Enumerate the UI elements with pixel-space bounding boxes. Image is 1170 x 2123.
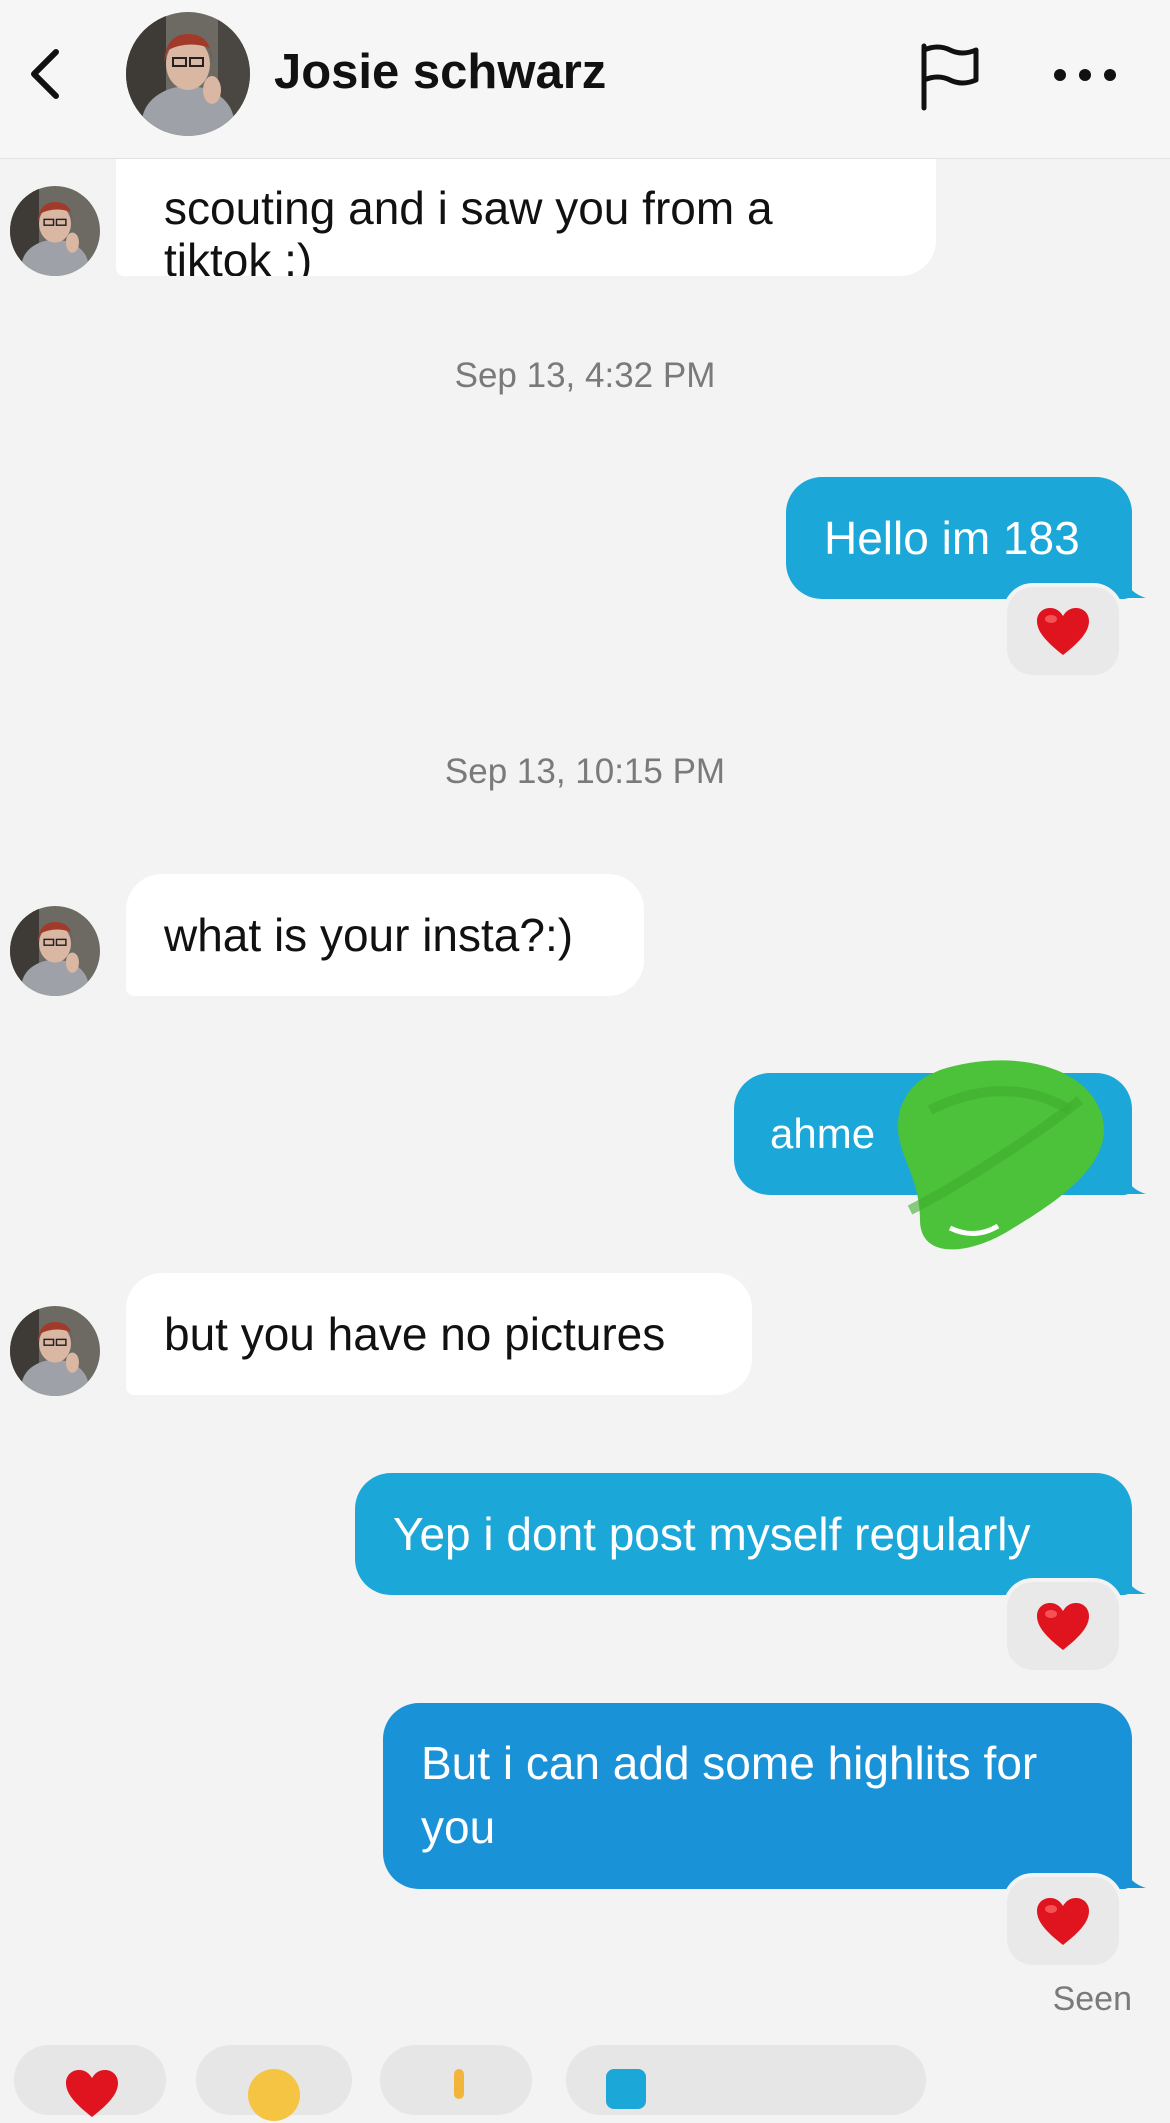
message-text: but you have no pictures — [164, 1308, 666, 1360]
sender-avatar[interactable] — [10, 186, 100, 276]
report-button[interactable] — [914, 40, 986, 112]
quick-reactions-bar — [0, 2045, 1170, 2121]
contact-name[interactable]: Josie schwarz — [274, 44, 606, 100]
message-outgoing[interactable]: Hello im 183 — [786, 477, 1132, 599]
message-text: Hello im 183 — [824, 512, 1080, 564]
reaction-badge[interactable] — [1003, 1873, 1123, 1969]
sender-avatar[interactable] — [10, 906, 100, 996]
sender-avatar[interactable] — [10, 1306, 100, 1396]
message-text: Yep i dont post myself regularly — [393, 1508, 1031, 1560]
laughing-face-icon — [248, 2069, 300, 2121]
timestamp: Sep 13, 4:32 PM — [454, 356, 716, 395]
message-text-line: But i can add some highlits for — [421, 1737, 1038, 1789]
reaction-badge[interactable] — [1003, 583, 1123, 679]
quick-reaction-more[interactable] — [566, 2045, 926, 2115]
sticker-icon — [606, 2069, 646, 2109]
bubble-tail — [1124, 1870, 1146, 1888]
more-horizontal-icon — [1054, 69, 1116, 81]
chevron-left-icon — [31, 49, 59, 99]
message-text: tiktok :) — [164, 234, 313, 276]
message-outgoing[interactable]: But i can add some highlits for you — [383, 1703, 1132, 1889]
more-button[interactable] — [1050, 60, 1120, 90]
back-button[interactable] — [22, 44, 72, 104]
flag-icon — [921, 43, 979, 111]
contact-avatar[interactable] — [126, 12, 250, 136]
message-incoming[interactable]: but you have no pictures — [126, 1273, 752, 1395]
bubble-tail — [1124, 580, 1146, 598]
bubble-tail — [1124, 1576, 1146, 1594]
heart-icon — [1037, 1603, 1089, 1650]
redaction-scribble — [897, 1060, 1104, 1250]
message-text: what is your insta?:) — [164, 909, 574, 961]
bubble-tail — [1124, 1176, 1146, 1194]
heart-icon — [1037, 608, 1089, 655]
reaction-badge[interactable] — [1003, 1578, 1123, 1674]
timestamp: Sep 13, 10:15 PM — [444, 752, 726, 791]
quick-reaction-heart[interactable] — [14, 2045, 166, 2117]
quick-reaction-thumbs[interactable] — [380, 2045, 532, 2115]
message-outgoing[interactable]: Yep i dont post myself regularly — [355, 1473, 1132, 1595]
seen-status: Seen — [1052, 1980, 1132, 2018]
message-incoming[interactable]: what is your insta?:) — [126, 874, 644, 996]
quick-reaction-emoji[interactable] — [196, 2045, 352, 2121]
heart-icon — [66, 2070, 118, 2117]
message-text: ahme — [770, 1110, 876, 1157]
message-text-line: you — [421, 1801, 496, 1853]
heart-icon — [1037, 1898, 1089, 1945]
thumbs-up-icon — [454, 2069, 464, 2099]
chat-header: Josie schwarz — [0, 0, 1170, 159]
